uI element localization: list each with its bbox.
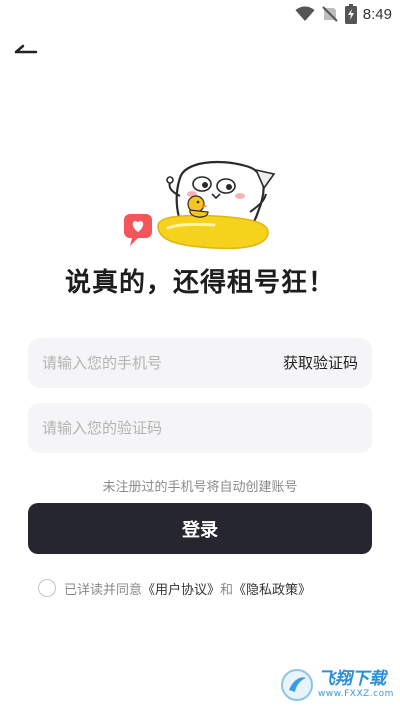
get-code-button[interactable]: 获取验证码 xyxy=(283,338,358,388)
auto-register-hint: 未注册过的手机号将自动创建账号 xyxy=(102,480,298,495)
watermark-text: 飞翔下载 www.FXXZ.com xyxy=(318,671,394,699)
privacy-policy-link[interactable]: 《隐私政策》 xyxy=(233,583,311,598)
heart-bubble-icon xyxy=(124,214,152,246)
status-icons: 8:49 xyxy=(295,4,392,24)
watermark-main: 飞翔下载 xyxy=(318,669,386,689)
user-agreement-link[interactable]: 《用户协议》 xyxy=(142,583,220,598)
back-button[interactable] xyxy=(14,38,44,62)
verification-code-input[interactable] xyxy=(42,403,272,453)
agreement-and: 和 xyxy=(220,582,234,598)
code-field-container xyxy=(28,403,372,453)
signal-off-icon xyxy=(322,6,338,22)
watermark-logo-icon xyxy=(281,669,313,701)
watermark: 飞翔下载 www.FXXZ.com xyxy=(280,667,395,703)
mascot-illustration xyxy=(124,160,276,250)
battery-charging-icon xyxy=(344,4,357,24)
agreement-text: 已详读并同意《用户协议》和《隐私政策》 xyxy=(64,579,311,598)
agreement-checkbox[interactable] xyxy=(38,579,56,597)
status-time: 8:49 xyxy=(362,5,392,23)
phone-input[interactable] xyxy=(42,338,272,388)
phone-field-container: 获取验证码 xyxy=(28,338,372,388)
status-bar: 8:49 xyxy=(0,0,400,28)
login-button[interactable]: 登录 xyxy=(28,503,372,554)
agreement-prefix: 已详读并同意 xyxy=(64,582,143,598)
back-arrow-icon xyxy=(14,44,38,54)
slogan-title: 说真的，还得租号狂！ xyxy=(64,268,335,298)
watermark-sub: www.FXXZ.com xyxy=(318,689,394,699)
wifi-icon xyxy=(295,6,315,21)
agreement-row: 已详读并同意《用户协议》和《隐私政策》 xyxy=(38,578,311,598)
